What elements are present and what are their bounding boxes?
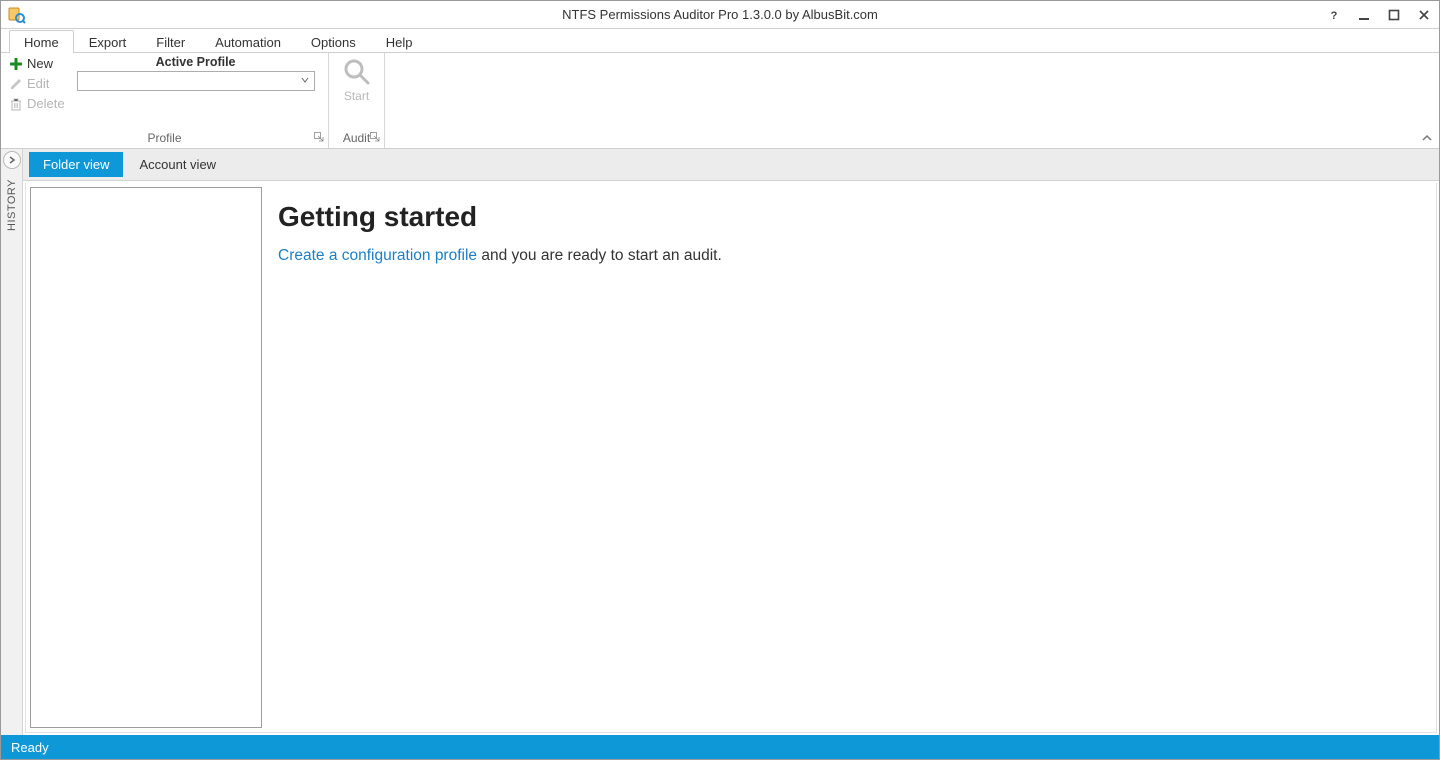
audit-group-caption: Audit	[329, 129, 384, 148]
title-bar: NTFS Permissions Auditor Pro 1.3.0.0 by …	[1, 1, 1439, 29]
app-icon	[7, 5, 27, 25]
new-label: New	[27, 56, 53, 71]
ribbon-group-profile: New Edit	[1, 53, 329, 148]
history-label: HISTORY	[6, 179, 18, 231]
close-button[interactable]	[1409, 1, 1439, 29]
delete-label: Delete	[27, 96, 65, 111]
view-tab-strip: Folder view Account view	[23, 149, 1439, 181]
dialog-launcher-icon[interactable]	[314, 132, 324, 142]
expand-history-button[interactable]	[3, 151, 21, 169]
ribbon-tab-filter[interactable]: Filter	[141, 30, 200, 53]
plus-icon	[9, 57, 23, 71]
start-label: Start	[344, 89, 369, 103]
minimize-button[interactable]	[1349, 1, 1379, 29]
help-button[interactable]: ?	[1319, 1, 1349, 29]
dialog-launcher-icon[interactable]	[370, 132, 380, 142]
delete-profile-button[interactable]: Delete	[7, 95, 67, 112]
maximize-button[interactable]	[1379, 1, 1409, 29]
welcome-text: and you are ready to start an audit.	[477, 247, 722, 264]
status-bar: Ready	[1, 735, 1439, 759]
edit-label: Edit	[27, 76, 49, 91]
getting-started-heading: Getting started	[278, 201, 1424, 233]
edit-profile-button[interactable]: Edit	[7, 75, 67, 92]
ribbon-tab-strip: Home Export Filter Automation Options He…	[1, 29, 1439, 53]
chevron-down-icon	[300, 75, 312, 87]
ribbon-group-audit: Start Audit	[329, 53, 385, 148]
active-profile-combo[interactable]	[77, 71, 315, 91]
create-profile-link[interactable]: Create a configuration profile	[278, 247, 477, 264]
start-audit-button[interactable]: Start	[342, 57, 372, 103]
new-profile-button[interactable]: New	[7, 55, 67, 72]
welcome-panel: Getting started Create a configuration p…	[266, 183, 1436, 732]
trash-icon	[9, 97, 23, 111]
tab-account-view[interactable]: Account view	[125, 152, 230, 177]
ribbon-tab-automation[interactable]: Automation	[200, 30, 296, 53]
ribbon-body: New Edit	[1, 53, 1439, 149]
search-icon	[342, 57, 372, 87]
ribbon-tab-export[interactable]: Export	[74, 30, 142, 53]
status-text: Ready	[11, 740, 49, 755]
tab-folder-view[interactable]: Folder view	[29, 152, 123, 177]
collapse-ribbon-button[interactable]	[1421, 132, 1433, 144]
folder-tree-panel[interactable]	[30, 187, 262, 728]
pencil-icon	[9, 77, 23, 91]
svg-text:?: ?	[1331, 10, 1338, 21]
history-sidebar: HISTORY	[1, 149, 23, 735]
profile-group-caption: Profile	[1, 129, 328, 148]
ribbon-tab-help[interactable]: Help	[371, 30, 428, 53]
active-profile-label: Active Profile	[156, 55, 236, 69]
ribbon-tab-options[interactable]: Options	[296, 30, 371, 53]
window-title: NTFS Permissions Auditor Pro 1.3.0.0 by …	[562, 7, 878, 22]
workspace: Getting started Create a configuration p…	[25, 183, 1437, 733]
ribbon-tab-home[interactable]: Home	[9, 30, 74, 53]
